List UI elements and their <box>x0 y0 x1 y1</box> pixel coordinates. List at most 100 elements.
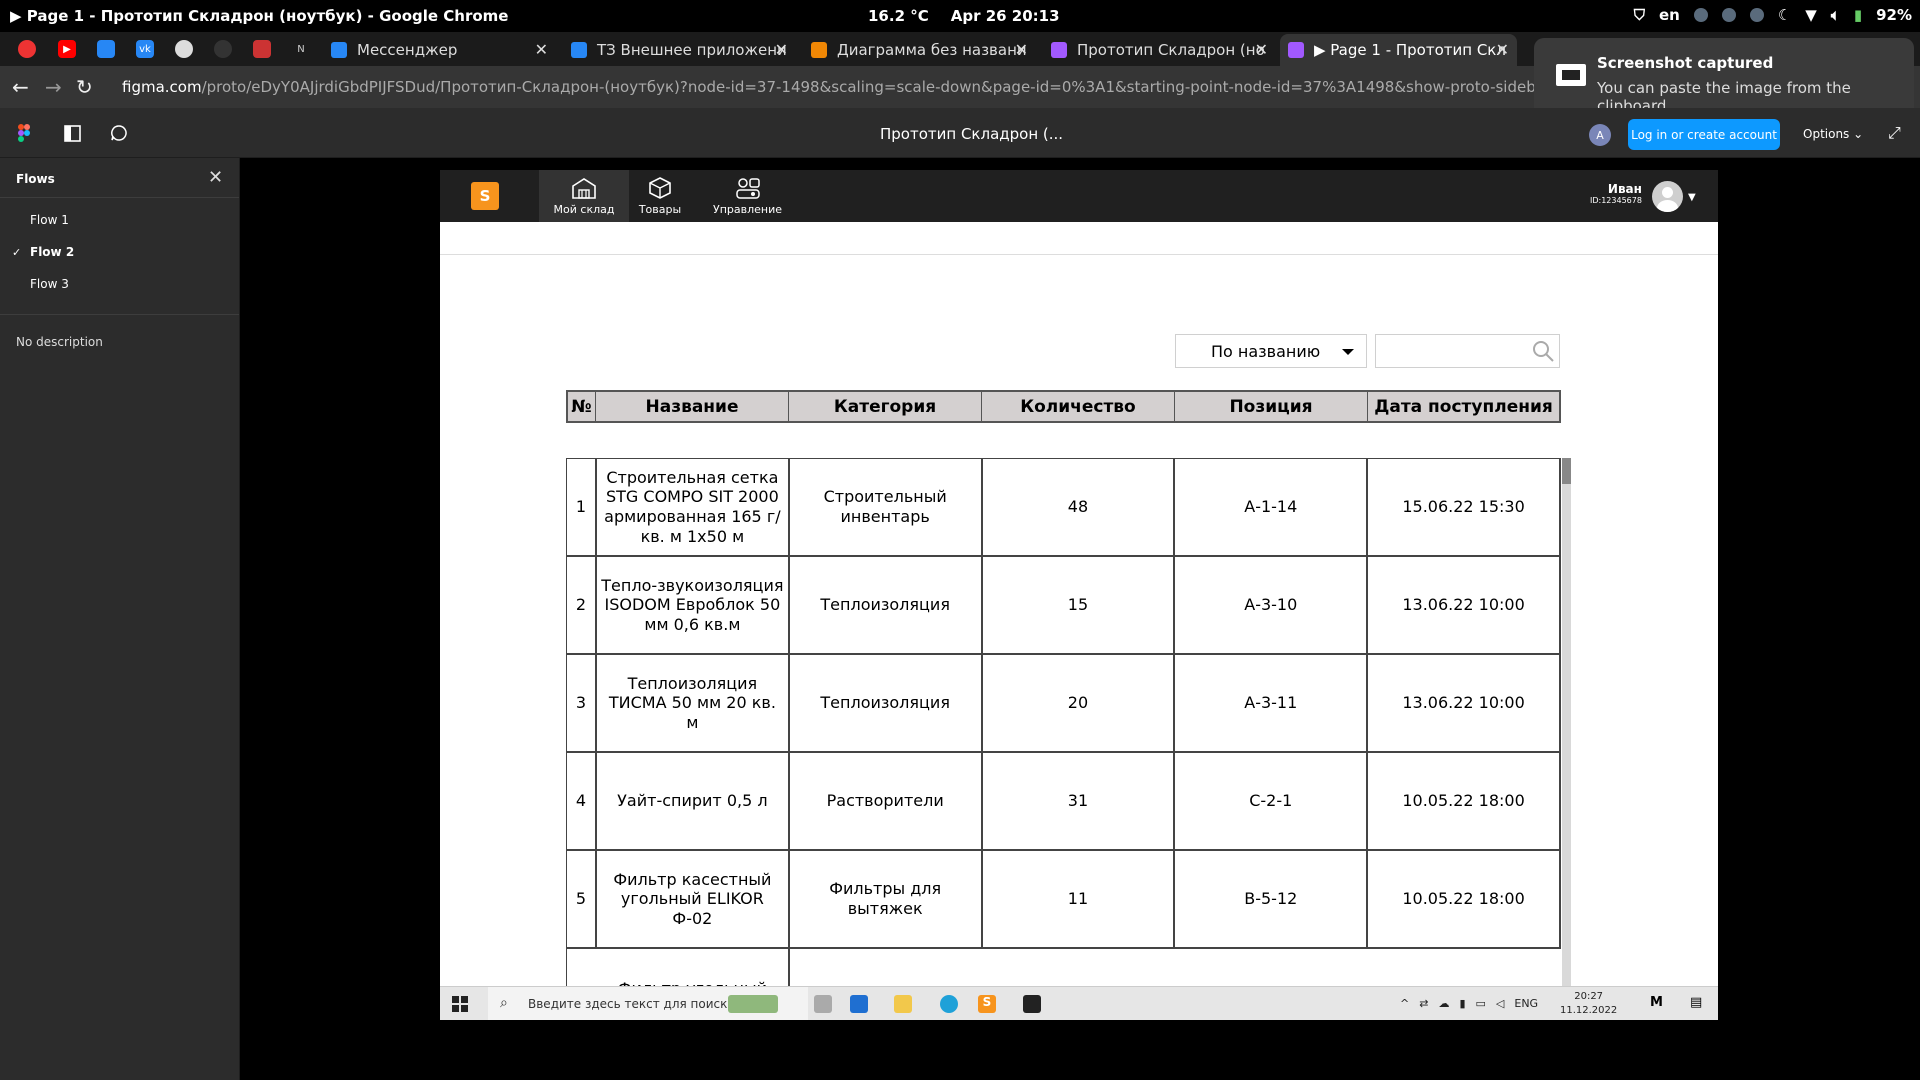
vk-icon <box>571 42 587 58</box>
back-icon[interactable]: ← <box>12 75 29 99</box>
nav-my-warehouse[interactable]: Мой склад <box>539 170 629 222</box>
network-icon[interactable]: ⇄ <box>1419 997 1428 1010</box>
sidebar-toggle-icon[interactable] <box>64 125 81 142</box>
app-icon[interactable] <box>253 40 271 58</box>
search-icon[interactable] <box>1531 339 1555 363</box>
user-name: Иван <box>1607 182 1642 196</box>
taskbar-search-placeholder: Введите здесь текст для поиска <box>528 997 735 1011</box>
column-header[interactable]: № <box>568 392 596 421</box>
workspace-dot-icon[interactable] <box>1721 8 1736 22</box>
messenger-icon[interactable] <box>97 40 115 58</box>
chevron-down-icon <box>1342 349 1354 355</box>
explorer-icon[interactable] <box>894 995 912 1013</box>
tab-tz[interactable]: ТЗ Внешнее приложени ✕ <box>563 34 796 66</box>
cell-quantity: 15 <box>983 557 1176 653</box>
flow-item-2[interactable]: ✓ Flow 2 <box>0 236 239 268</box>
tab-prototype[interactable]: Прототип Складрон (но ✕ <box>1043 34 1276 66</box>
extension-icon[interactable] <box>175 40 193 58</box>
file-title: Прототип Складрон (... <box>880 125 1064 143</box>
figma-logo-icon[interactable] <box>18 124 30 142</box>
os-tray: ⛉ en ☾ ▼ 🔈︎ ▮ 92% <box>1634 6 1912 24</box>
mic-icon[interactable]: ▮ <box>1459 997 1465 1010</box>
figma-icon[interactable] <box>1023 995 1041 1013</box>
table-row[interactable]: 5 Фильтр касестный угольный ELIKOR Ф-02 … <box>567 851 1561 949</box>
notion-icon[interactable]: N <box>292 40 310 58</box>
wifi-icon[interactable]: ▼ <box>1805 6 1817 24</box>
search-input[interactable] <box>1375 334 1560 368</box>
forward-icon[interactable]: → <box>45 75 62 99</box>
close-icon[interactable]: ✕ <box>1496 40 1509 59</box>
tab-diagram[interactable]: Диаграмма без названи ✕ <box>803 34 1036 66</box>
divider <box>440 254 1718 255</box>
chevron-up-icon[interactable]: ^ <box>1400 997 1409 1010</box>
expand-icon[interactable]: ⤢ <box>1888 123 1901 143</box>
table-row[interactable]: 4 Уайт-спирит 0,5 л Растворители 31 С-2-… <box>567 753 1561 851</box>
volume-icon[interactable]: ◁ <box>1496 997 1504 1010</box>
night-mode-icon[interactable]: ☾ <box>1778 6 1791 24</box>
user-info[interactable]: Иван ID:12345678 <box>1590 182 1642 205</box>
os-top-bar: ▶ Page 1 - Прототип Складрон (ноутбук) -… <box>0 0 1920 32</box>
close-icon[interactable]: ✕ <box>1015 40 1028 59</box>
task-view-icon[interactable] <box>814 995 832 1013</box>
tab-page1[interactable]: ▶ Page 1 - Прототип Скл ✕ <box>1280 34 1517 66</box>
close-icon[interactable]: ✕ <box>775 40 788 59</box>
table-row[interactable]: 3 Теплоизоляция ТИСМА 50 мм 20 кв. м Теп… <box>567 655 1561 753</box>
notification-icon[interactable]: ▤ <box>1690 995 1702 1010</box>
reload-icon[interactable]: ↻ <box>76 75 93 99</box>
nav-management[interactable]: Управление <box>700 170 795 222</box>
close-icon[interactable]: ✕ <box>208 167 223 188</box>
drawio-icon <box>811 42 827 58</box>
url-field[interactable]: figma.com/proto/eDyY0AJjrdiGbdPIJFSDud/П… <box>122 78 1573 96</box>
app-logo[interactable]: S <box>471 182 499 210</box>
os-clock[interactable]: 16.2 °C Apr 26 20:13 <box>868 7 1060 25</box>
flow-item-1[interactable]: Flow 1 <box>0 204 239 236</box>
taskbar-clock[interactable]: 20:27 11.12.2022 <box>1560 990 1617 1018</box>
nav-products[interactable]: Товары <box>620 170 700 222</box>
toast-title: Screenshot captured <box>1597 54 1774 72</box>
comment-icon[interactable] <box>110 124 128 142</box>
login-button[interactable]: Log in or create account <box>1628 119 1780 150</box>
scrollbar-thumb[interactable] <box>1562 458 1571 484</box>
taskbar-lang[interactable]: ENG <box>1514 997 1538 1010</box>
column-header[interactable]: Категория <box>789 392 982 421</box>
scrollbar[interactable] <box>1562 458 1571 1020</box>
widget-icon[interactable]: M <box>1650 995 1663 1010</box>
search-icon: ⌕ <box>500 995 508 1011</box>
column-header[interactable]: Позиция <box>1175 392 1368 421</box>
workspace-dot-icon[interactable] <box>1693 8 1708 22</box>
close-icon[interactable]: ✕ <box>535 40 548 59</box>
skladron-icon[interactable]: S <box>978 995 996 1013</box>
screenshot-toast[interactable]: Screenshot captured You can paste the im… <box>1534 38 1914 118</box>
sort-select[interactable]: По названию <box>1175 334 1367 368</box>
avatar[interactable]: A <box>1589 124 1611 146</box>
shield-icon[interactable]: ⛉ <box>1634 6 1645 24</box>
weather-widget-icon[interactable] <box>728 995 778 1013</box>
chevron-down-icon[interactable]: ▼ <box>1688 192 1696 203</box>
column-header[interactable]: Название <box>596 392 789 421</box>
table-row[interactable]: 2 Тепло-звукоизоляция ISODOM Евроблок 50… <box>567 557 1561 655</box>
youtube-icon[interactable]: ▶ <box>58 40 76 58</box>
table-row[interactable]: 1 Строительная сетка STG COMPO SIT 2000 … <box>567 459 1561 557</box>
column-header[interactable]: Дата поступления <box>1368 392 1559 421</box>
windows-taskbar: ⌕ Введите здесь текст для поиска S ^ ⇄ ☁… <box>440 986 1718 1020</box>
vk-icon[interactable]: vk <box>136 40 154 58</box>
options-button[interactable]: Options ⌄ <box>1803 127 1863 141</box>
avatar[interactable] <box>1652 181 1683 212</box>
lang-indicator[interactable]: en <box>1659 6 1680 24</box>
youtube-music-icon[interactable] <box>18 40 36 58</box>
workspace-dot-icon[interactable] <box>1749 8 1764 22</box>
close-icon[interactable]: ✕ <box>1255 40 1268 59</box>
tab-messenger[interactable]: Мессенджер ✕ <box>323 34 556 66</box>
windows-start-icon[interactable] <box>452 996 468 1012</box>
cloud-icon[interactable]: ☁ <box>1438 997 1449 1010</box>
column-header[interactable]: Количество <box>982 392 1175 421</box>
store-icon[interactable] <box>850 995 868 1013</box>
cell-number: 5 <box>567 851 597 947</box>
battery-icon[interactable]: ▭ <box>1476 997 1486 1010</box>
edge-icon[interactable] <box>940 995 958 1013</box>
github-icon[interactable] <box>214 40 232 58</box>
flow-item-3[interactable]: Flow 3 <box>0 268 239 300</box>
cell-quantity: 20 <box>983 655 1176 751</box>
volume-icon[interactable]: 🔈︎ <box>1831 6 1840 24</box>
cell-date: 15.06.22 15:30 <box>1368 459 1561 555</box>
